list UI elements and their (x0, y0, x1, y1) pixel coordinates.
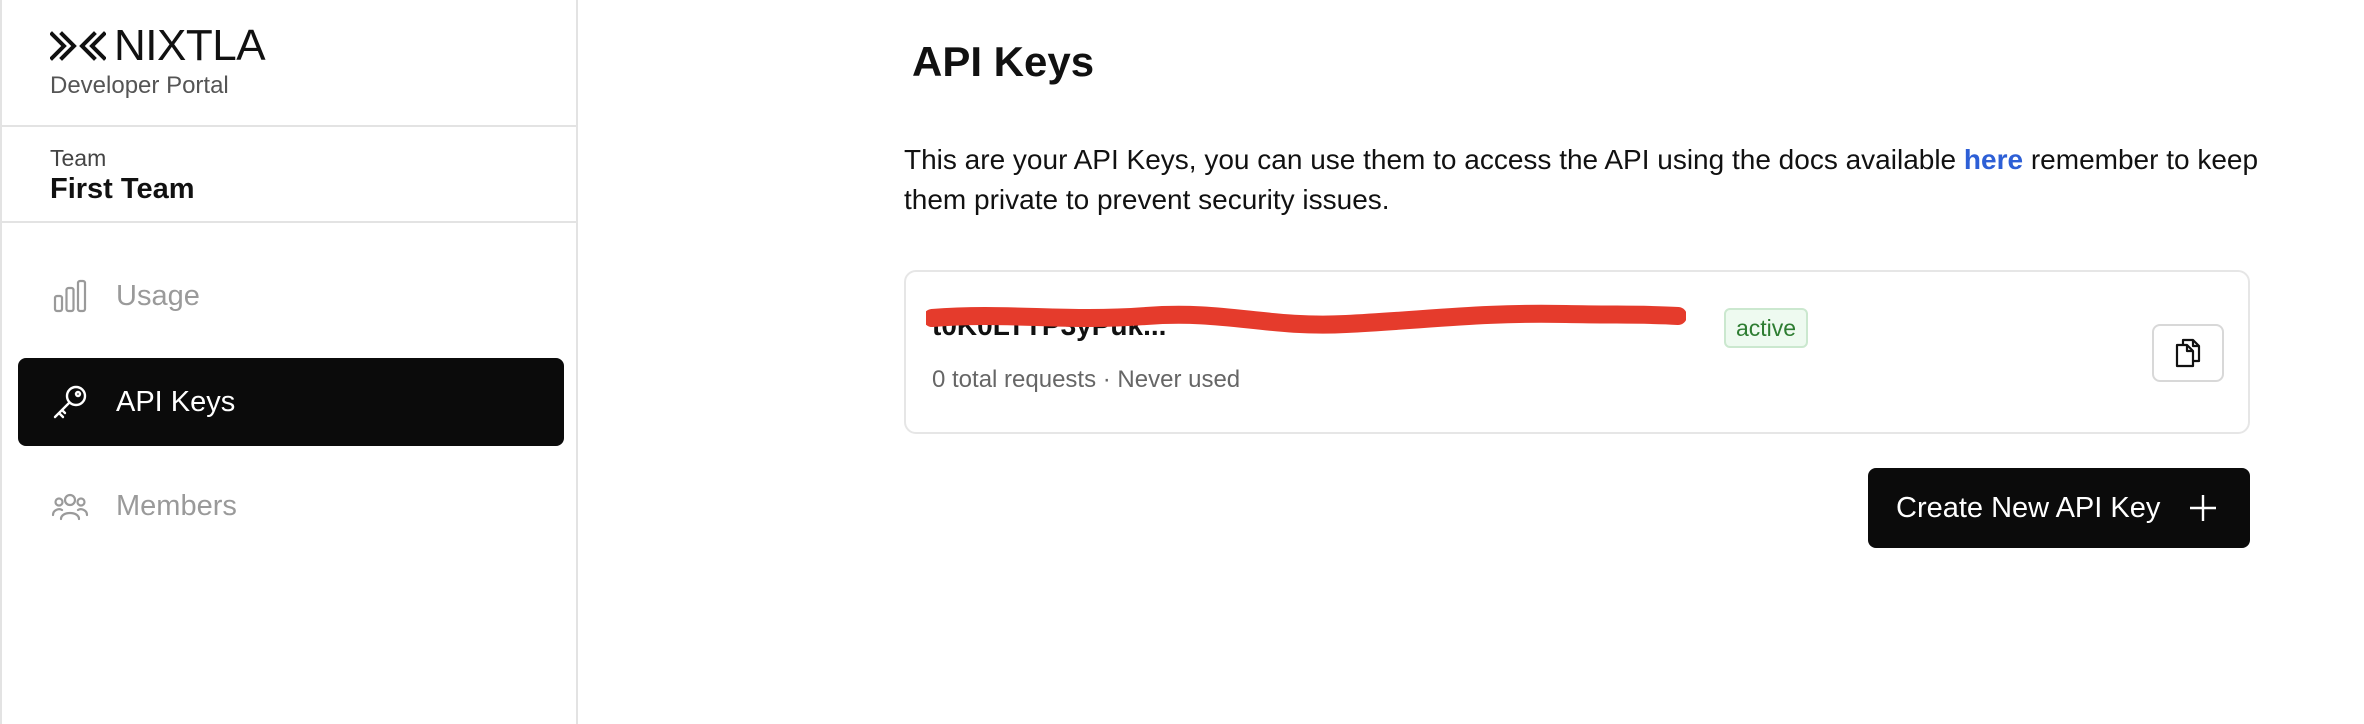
redaction-scribble (926, 304, 1686, 334)
team-selector[interactable]: Team First Team (2, 127, 576, 223)
brand-name: NIXTLA (114, 21, 266, 70)
team-label: Team (50, 145, 107, 171)
copy-button[interactable] (2152, 324, 2224, 382)
sidebar-item-api-keys[interactable]: API Keys (18, 358, 564, 446)
sidebar-item-label: Members (116, 489, 237, 522)
create-api-key-button[interactable]: Create New API Key (1868, 468, 2250, 548)
portal-subtitle: Developer Portal (50, 72, 229, 99)
sidebar-item-label: Usage (116, 279, 200, 312)
create-button-label: Create New API Key (1896, 491, 2161, 524)
sidebar-item-usage[interactable]: Usage (18, 252, 564, 340)
bar-chart-icon (50, 276, 90, 316)
users-icon (50, 486, 90, 526)
sidebar: NIXTLA Developer Portal Team First Team … (0, 0, 578, 724)
page-title: API Keys (912, 38, 1095, 85)
key-icon (50, 382, 90, 422)
description-text: This are your API Keys, you can use them… (904, 144, 1964, 175)
brand-header: NIXTLA Developer Portal (2, 0, 576, 127)
api-key-usage: 0 total requests · Never used (932, 366, 1241, 393)
nixtla-logo-icon (50, 31, 106, 61)
sidebar-item-label: API Keys (116, 385, 236, 418)
team-name: First Team (50, 173, 195, 205)
plus-icon (2190, 495, 2217, 521)
status-badge: active (1724, 308, 1809, 348)
api-key-card: t0K0LTTP3yPuk... active 0 total requests… (904, 270, 2250, 434)
main-content: API Keys This are your API Keys, you can… (580, 0, 2364, 724)
sidebar-item-members[interactable]: Members (18, 462, 564, 550)
page-description: This are your API Keys, you can use them… (904, 140, 2294, 220)
docs-link[interactable]: here (1964, 144, 2023, 175)
logo[interactable]: NIXTLA (50, 24, 576, 68)
copy-icon (2175, 338, 2201, 368)
